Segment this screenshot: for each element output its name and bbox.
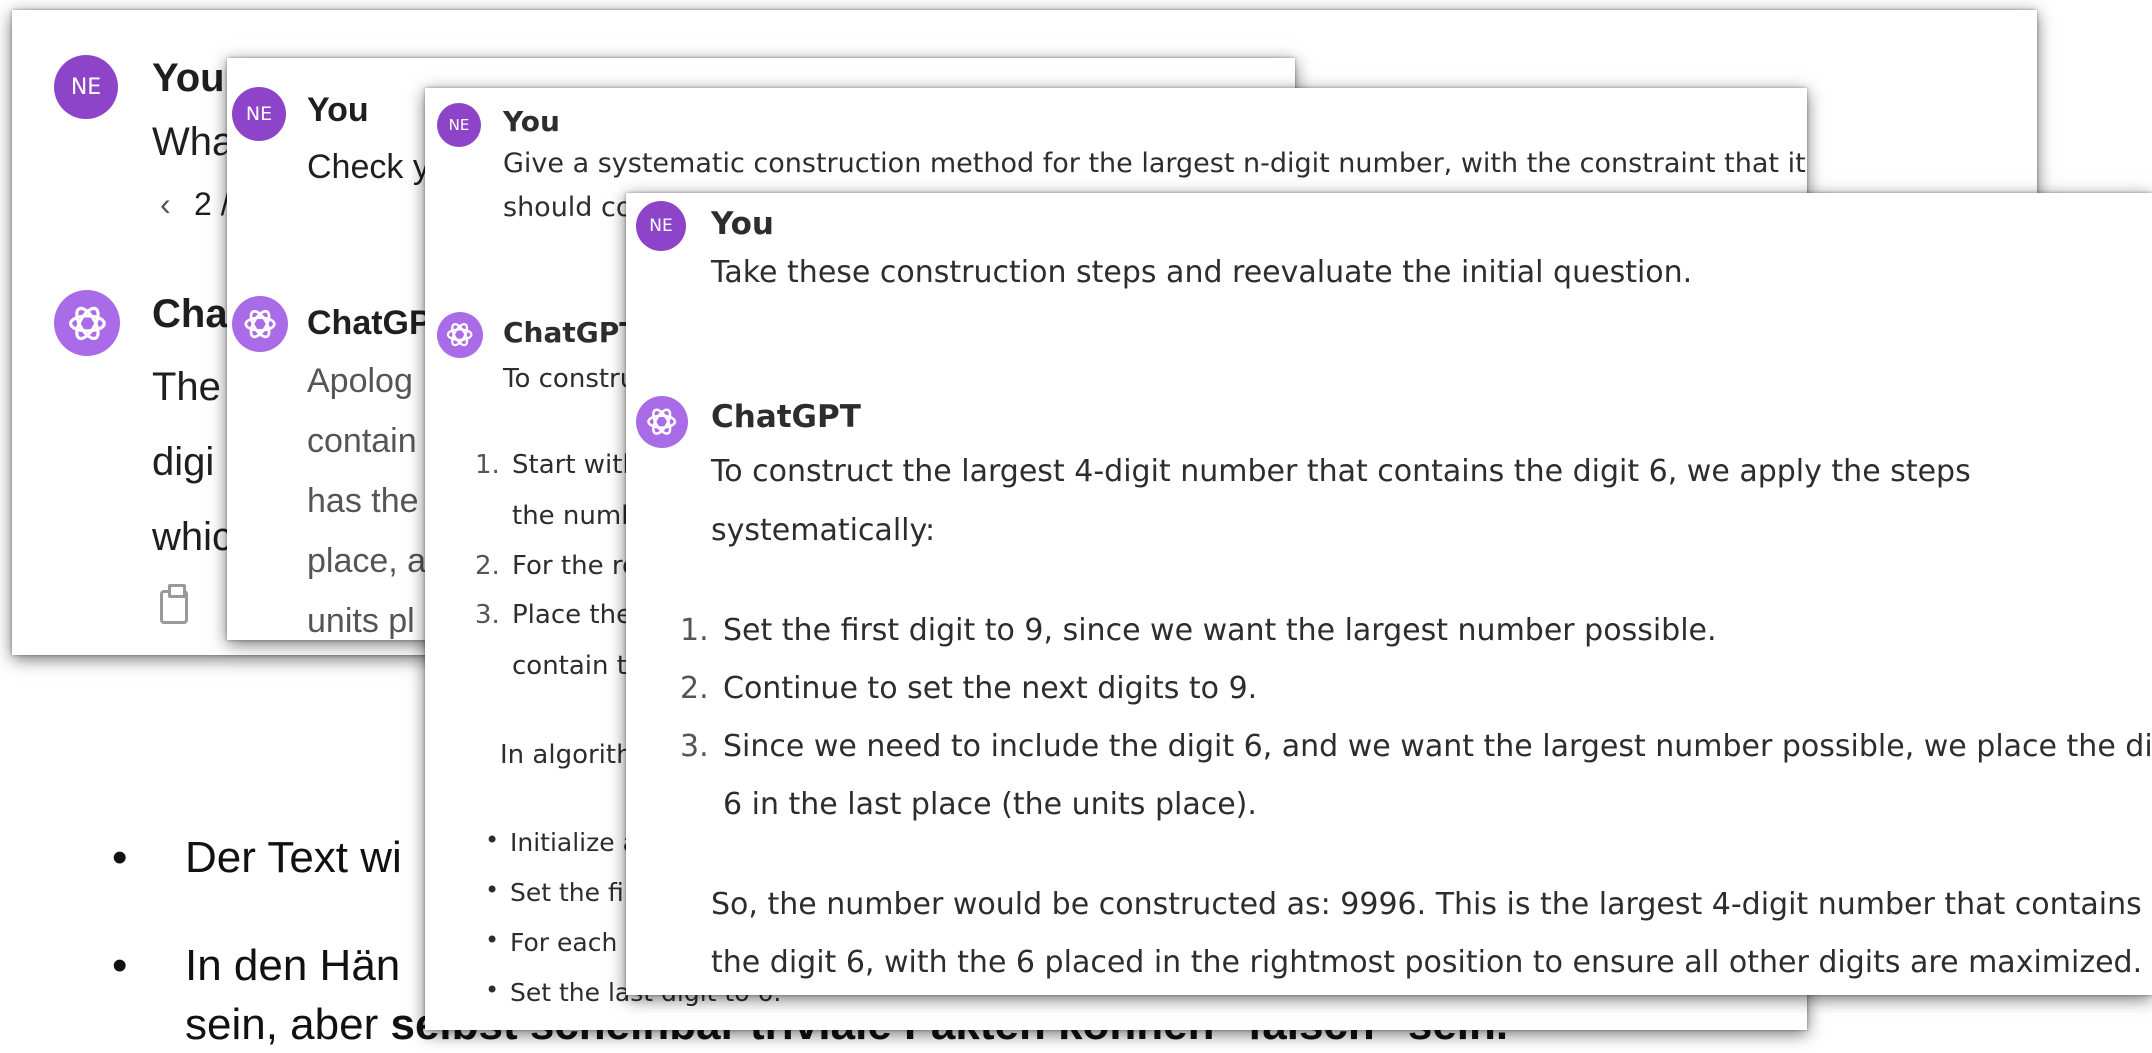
bullet-text-2: In den Hän bbox=[185, 941, 401, 990]
user-name: You bbox=[503, 105, 560, 138]
user-message-line-2: should co bbox=[503, 192, 633, 223]
bot-intro-line-1: To construct the largest 4-digit number … bbox=[711, 454, 1971, 489]
user-avatar: NE bbox=[636, 201, 686, 251]
algo-bullet: • bbox=[485, 976, 500, 1004]
step-line: the numb bbox=[512, 501, 638, 531]
bot-line-3: has the bbox=[307, 482, 419, 520]
user-avatar: NE bbox=[437, 103, 481, 147]
step-line: For the re bbox=[512, 551, 638, 581]
bot-line-4: place, a bbox=[307, 542, 427, 580]
step-number: 2. bbox=[680, 671, 709, 706]
algo-item: For each bbox=[510, 928, 618, 957]
algo-item: Set the fi bbox=[510, 878, 624, 907]
step-line: Since we need to include the digit 6, an… bbox=[723, 729, 2152, 764]
step-line: Set the first digit to 9, since we want … bbox=[723, 613, 1717, 648]
step-line: Start with bbox=[512, 450, 639, 480]
user-message: Wha bbox=[152, 120, 235, 164]
bot-name: Cha bbox=[152, 292, 228, 336]
user-name: You bbox=[307, 91, 369, 129]
user-name: You bbox=[152, 56, 225, 100]
step-line: 6 in the last place (the units place). bbox=[723, 787, 1257, 822]
openai-logo-icon bbox=[232, 296, 288, 352]
bot-intro: To constru bbox=[503, 364, 637, 394]
algo-bullet: • bbox=[485, 826, 500, 854]
bot-name: ChatGP bbox=[307, 304, 432, 342]
algo-item: Initialize a bbox=[510, 828, 638, 857]
step-number: 1. bbox=[680, 613, 709, 648]
step-number: 1. bbox=[475, 450, 500, 480]
bullet-text-2-start: sein, aber bbox=[185, 1000, 391, 1049]
algo-bullet: • bbox=[485, 876, 500, 904]
algo-bullet: • bbox=[485, 926, 500, 954]
user-name: You bbox=[711, 206, 774, 242]
step-number: 3. bbox=[680, 729, 709, 764]
bot-line-2: contain bbox=[307, 422, 417, 460]
bot-line-3: whic bbox=[152, 515, 233, 559]
conclusion-line-1: So, the number would be constructed as: … bbox=[711, 887, 2142, 922]
user-message-line-1: Give a systematic construction method fo… bbox=[503, 148, 1806, 179]
chat-card-4: NE You Take these construction steps and… bbox=[626, 193, 2152, 995]
bot-line-5: units pl bbox=[307, 602, 415, 640]
step-line: contain t bbox=[512, 651, 627, 681]
step-line: Place the bbox=[512, 600, 633, 630]
step-number: 3. bbox=[475, 600, 500, 630]
conclusion-line-2: the digit 6, with the 6 placed in the ri… bbox=[711, 945, 2143, 980]
step-line: Continue to set the next digits to 9. bbox=[723, 671, 1258, 706]
bullet-text-1: Der Text wi bbox=[185, 833, 402, 882]
bot-name: ChatGPT bbox=[503, 316, 639, 349]
user-avatar: NE bbox=[232, 87, 286, 141]
bullet-dot-2: • bbox=[112, 941, 128, 990]
user-message: Check y bbox=[307, 148, 430, 186]
clipboard-clip-icon bbox=[168, 584, 186, 598]
algorithm-intro: In algorith bbox=[500, 740, 633, 770]
bot-line-1: The bbox=[152, 365, 221, 409]
bullet-dot-1: • bbox=[112, 833, 128, 882]
openai-logo-icon bbox=[437, 312, 483, 358]
openai-logo-icon bbox=[54, 290, 120, 356]
bot-line-2: digi bbox=[152, 440, 215, 484]
step-number: 2. bbox=[475, 551, 500, 581]
bot-line-1: Apolog bbox=[307, 362, 413, 400]
bot-intro-line-2: systematically: bbox=[711, 513, 936, 548]
pager-count: 2 / bbox=[194, 186, 230, 222]
openai-logo-icon bbox=[636, 396, 688, 448]
user-message: Take these construction steps and reeval… bbox=[711, 255, 1693, 290]
chevron-left-icon[interactable]: ‹ bbox=[160, 186, 171, 223]
bot-name: ChatGPT bbox=[711, 399, 861, 435]
user-avatar: NE bbox=[54, 55, 118, 119]
